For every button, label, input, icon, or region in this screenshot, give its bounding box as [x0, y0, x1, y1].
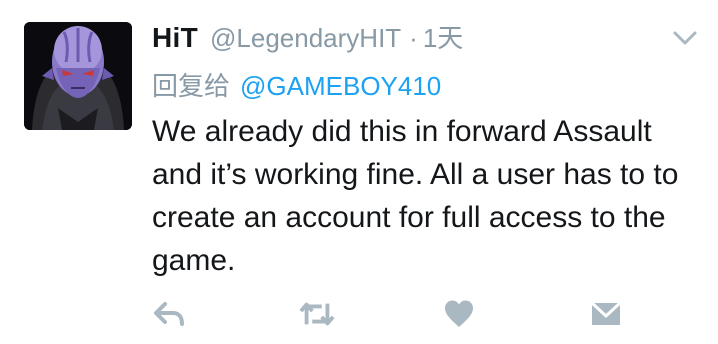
reply-context: 回复给 @GAMEBOY410: [152, 66, 441, 102]
reply-prefix: 回复给: [152, 72, 231, 102]
tweet-card[interactable]: HiT @LegendaryHIT · 1天 回复给 @GAMEBOY410 W…: [0, 0, 718, 344]
tweet-header: HiT @LegendaryHIT · 1天: [152, 18, 463, 60]
timestamp[interactable]: 1天: [423, 18, 463, 55]
action-bar: [0, 296, 718, 336]
tweet-text: We already did this in forward Assault a…: [152, 115, 679, 277]
envelope-icon: [590, 301, 622, 325]
chevron-down-icon[interactable]: [670, 28, 700, 48]
retweet-button[interactable]: [299, 296, 335, 332]
retweet-icon: [299, 302, 335, 326]
like-button[interactable]: [441, 296, 477, 332]
reply-to-handle[interactable]: @GAMEBOY410: [240, 71, 441, 102]
separator-dot: ·: [409, 23, 418, 53]
reply-icon: [154, 302, 184, 326]
direct-message-button[interactable]: [588, 296, 624, 332]
avatar[interactable]: [24, 22, 132, 130]
heart-icon: [445, 300, 473, 327]
display-name[interactable]: HiT: [152, 22, 198, 54]
avatar-image: [24, 22, 132, 130]
user-handle[interactable]: @LegendaryHIT: [210, 23, 401, 54]
reply-button[interactable]: [151, 296, 187, 332]
